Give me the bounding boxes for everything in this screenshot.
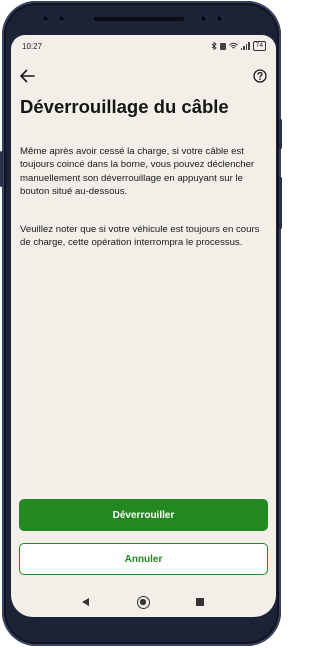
front-camera [42,15,49,22]
bluetooth-icon [211,42,217,50]
warning-paragraph: Veuillez noter que si votre véhicule est… [20,224,260,249]
status-bar: 10:27 74 [11,35,276,57]
app-screen: 10:27 74 Déverrouillage du câble Même ap… [11,35,276,617]
volume-button [279,119,282,149]
sim-icon [219,42,226,50]
page-title: Déverrouillage du câble [20,96,229,117]
wifi-icon [228,42,238,49]
nav-back-icon[interactable] [82,598,89,606]
side-button [279,177,282,229]
status-icons: 74 [211,41,266,51]
power-button [0,151,3,187]
help-button[interactable] [249,65,271,87]
cancel-button[interactable]: Annuler [19,543,268,575]
sensor-dot [216,15,223,22]
help-circle-icon [253,69,267,83]
system-nav-bar [11,589,276,617]
unlock-button[interactable]: Déverrouiller [19,499,268,531]
battery-indicator: 74 [252,41,266,51]
arrow-left-icon [20,69,35,83]
sensor-dot [58,15,65,22]
sensor-dot [200,15,207,22]
earpiece-speaker [94,17,184,21]
phone-frame: 10:27 74 Déverrouillage du câble Même ap… [0,1,282,646]
signal-icon [240,42,250,50]
nav-recents-icon[interactable] [196,598,204,606]
back-button[interactable] [15,65,39,87]
status-time: 10:27 [22,42,43,51]
nav-home-icon[interactable] [137,596,150,609]
description-paragraph: Même après avoir cessé la charge, si vot… [20,146,255,198]
